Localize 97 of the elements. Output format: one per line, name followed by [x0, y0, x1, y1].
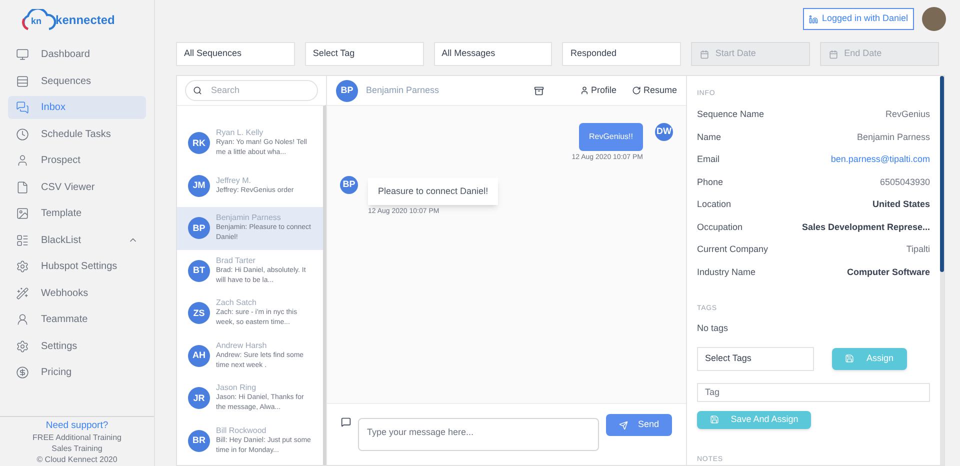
field-value: United States	[872, 198, 930, 211]
scrollbar-thumb[interactable]	[940, 76, 944, 272]
filter-select[interactable]: Responded	[562, 42, 682, 66]
user-avatar[interactable]	[922, 7, 946, 31]
copyright-text: © Cloud Kennect 2020	[36, 454, 118, 465]
filter-select[interactable]: All Messages	[434, 42, 552, 66]
calendar-icon	[700, 50, 710, 58]
logo-text: kennected	[56, 12, 115, 29]
chat-icon	[341, 417, 351, 427]
avatar: BT	[188, 260, 210, 282]
field-value: Benjamin Parness	[856, 130, 930, 144]
received-message: Pleasure to connect Daniel!	[368, 178, 498, 205]
image-icon	[16, 207, 29, 220]
sidebar-item[interactable]: CSV Viewer	[8, 176, 146, 198]
contact-name: Zach Satch	[216, 298, 258, 308]
layout-icon	[16, 234, 29, 246]
settings-icon	[16, 340, 29, 352]
avatar: BP	[340, 176, 358, 194]
empty-tags-text: No tags	[697, 322, 730, 335]
filter-select[interactable]: All Sequences	[176, 42, 295, 66]
field-value[interactable]: ben.parness@tipalti.com	[830, 153, 930, 166]
settings-icon	[16, 260, 29, 273]
support-link[interactable]: Need support?	[46, 419, 108, 432]
field-value: 6505043930	[880, 176, 930, 188]
sidebar-item[interactable]: Template	[8, 202, 146, 225]
sidebar-item[interactable]: Sequences	[8, 70, 146, 92]
contact-name: Ryan L. Kelly	[216, 128, 264, 138]
sidebar-item[interactable]: Pricing	[8, 361, 146, 384]
send-icon	[618, 420, 628, 430]
field-value: Computer Software	[846, 266, 930, 279]
contact-name: Jason Ring	[216, 383, 258, 394]
support-link[interactable]: FREE Additional Training	[32, 432, 122, 443]
sidebar-item[interactable]: Dashboard	[8, 43, 146, 66]
user-icon	[580, 86, 589, 95]
field-label: Occupation	[697, 220, 743, 234]
avatar: BR	[188, 430, 210, 452]
search-field[interactable]: Search	[185, 80, 318, 101]
linkedin-icon	[808, 14, 818, 24]
support-link[interactable]: Sales Training	[52, 443, 102, 454]
field-label: Name	[697, 130, 722, 144]
sidebar-item[interactable]: Teammate	[8, 308, 146, 331]
save-icon	[710, 415, 719, 424]
user-icon	[16, 313, 29, 326]
avatar: BP	[336, 80, 358, 102]
avatar: JM	[188, 174, 210, 197]
sidebar-item[interactable]: BlackList	[8, 228, 146, 252]
magic-wand-icon	[16, 286, 29, 300]
file-icon	[16, 180, 29, 194]
chat-icon	[16, 101, 29, 114]
avatar: RK	[188, 132, 210, 154]
field-value: RevGenius	[885, 108, 930, 121]
calendar-icon	[829, 50, 838, 58]
avatar: ZS	[188, 302, 210, 324]
refresh-icon	[632, 86, 642, 95]
clock-icon	[16, 128, 29, 140]
user-icon	[16, 154, 29, 167]
sidebar-item[interactable]: Inbox	[8, 96, 146, 119]
send-button[interactable]: Send	[606, 414, 672, 436]
avatar: AH	[188, 344, 210, 367]
list-icon	[16, 74, 29, 88]
message-input[interactable]: Type your message here...	[358, 418, 599, 451]
header-action[interactable]: Profile	[580, 84, 616, 98]
search-icon	[193, 86, 202, 95]
contact-name: Brad Tarter	[216, 256, 256, 266]
dollar-icon	[16, 366, 29, 379]
field-value: Sales Development Represe...	[802, 220, 930, 234]
sidebar-item[interactable]: Settings	[8, 334, 146, 358]
field-label: Location	[697, 198, 732, 211]
sidebar-item[interactable]: Schedule Tasks	[8, 122, 146, 146]
avatar: DW	[655, 123, 673, 141]
sent-message: RevGenius!!	[578, 123, 643, 151]
contact-name: Benjamin Parness	[366, 84, 440, 97]
sidebar-item[interactable]: Hubspot Settings	[8, 255, 146, 278]
header-action[interactable]: Resume	[632, 84, 677, 98]
logo-mark: kn	[31, 15, 42, 28]
save-icon	[845, 354, 854, 363]
field-label: Current Company	[697, 243, 768, 256]
field-label: Industry Name	[697, 266, 756, 279]
tag-input[interactable]: Tag	[697, 382, 930, 402]
field-label: Email	[697, 153, 720, 166]
field-label: Phone	[697, 176, 724, 188]
avatar: JR	[188, 387, 210, 410]
cloud-logo-icon	[20, 9, 56, 31]
contact-name: Jeffrey M.	[216, 176, 252, 186]
sidebar-item[interactable]: Webhooks	[8, 282, 146, 304]
field-value: Tipalti	[906, 243, 930, 256]
contact-name: Bill Rockwood	[216, 426, 268, 436]
sidebar-item[interactable]: Prospect	[8, 149, 146, 172]
tag-select[interactable]: Select Tags	[697, 346, 814, 370]
archive-icon[interactable]	[534, 86, 544, 96]
login-status[interactable]: Logged in with Daniel	[802, 8, 914, 30]
contact-name: Benjamin Parness	[216, 213, 282, 224]
avatar: BP	[188, 217, 210, 240]
filter-select[interactable]: Select Tag	[304, 42, 424, 66]
monitor-icon	[16, 48, 29, 61]
contact-name: Andrew Harsh	[216, 340, 268, 351]
field-label: Sequence Name	[697, 108, 764, 121]
